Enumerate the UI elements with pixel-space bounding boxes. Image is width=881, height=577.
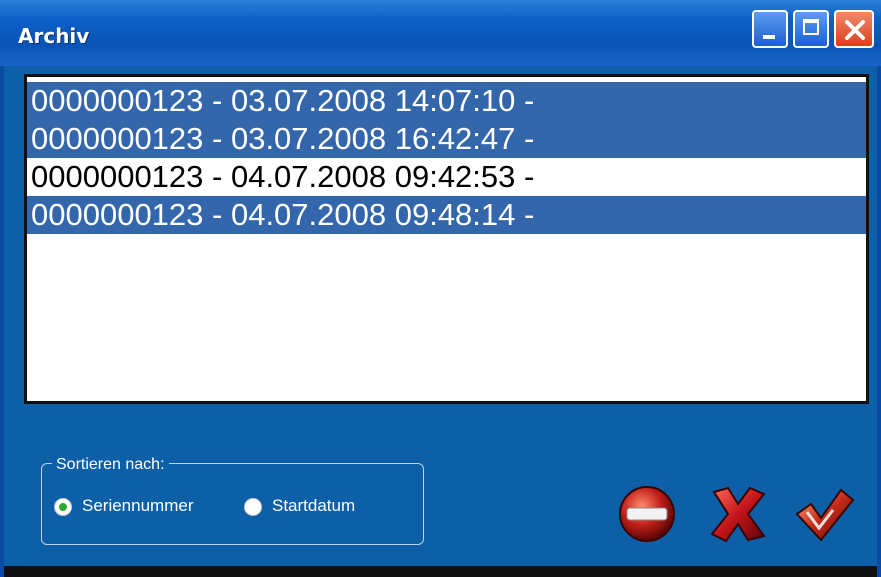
window-border-left: [0, 66, 4, 577]
list-item[interactable]: 0000000123 - 03.07.2008 14:07:10 -: [27, 82, 866, 120]
archive-list[interactable]: 0000000123 - 03.07.2008 14:07:10 - 00000…: [24, 74, 869, 404]
window-border-right: [877, 66, 881, 577]
no-entry-icon: [619, 486, 675, 542]
window-bottom-border: [4, 566, 877, 577]
minimize-button[interactable]: [752, 10, 788, 48]
delete-button[interactable]: [706, 484, 770, 544]
close-icon: [845, 20, 865, 40]
radio-seriennummer[interactable]: [54, 498, 72, 516]
checkmark-icon: [795, 488, 855, 542]
close-button[interactable]: [834, 10, 874, 48]
red-x-icon: [710, 486, 766, 543]
radio-startdatum[interactable]: [244, 498, 262, 516]
sort-legend: Sortieren nach:: [52, 456, 169, 474]
list-item[interactable]: 0000000123 - 04.07.2008 09:42:53 -: [27, 158, 866, 196]
radio-label-startdatum: Startdatum: [272, 496, 356, 515]
remove-button[interactable]: [615, 484, 679, 544]
confirm-button[interactable]: [793, 484, 857, 544]
window-title: Archiv: [18, 24, 90, 48]
archive-window: Archiv 0000000123 - 03.07.2008 14:07:10 …: [0, 0, 881, 577]
list-item[interactable]: 0000000123 - 04.07.2008 09:48:14 -: [27, 196, 866, 234]
radio-label-seriennummer: Seriennummer: [82, 496, 194, 515]
maximize-button[interactable]: [793, 10, 829, 48]
title-bar[interactable]: Archiv: [0, 0, 881, 66]
list-item[interactable]: 0000000123 - 03.07.2008 16:42:47 -: [27, 120, 866, 158]
